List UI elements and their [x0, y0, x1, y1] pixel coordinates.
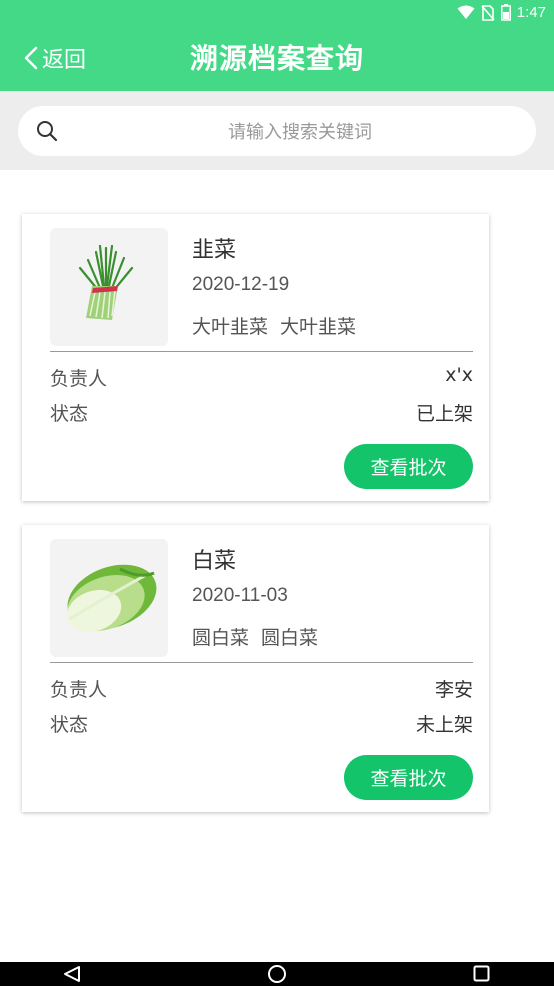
divider	[50, 351, 473, 352]
divider	[50, 662, 473, 663]
search-icon[interactable]	[36, 120, 58, 142]
nav-recents-icon[interactable]	[473, 965, 490, 982]
product-tag: 圆白菜	[261, 627, 319, 649]
product-tags: 圆白菜 圆白菜	[192, 623, 318, 650]
owner-label: 负责人	[50, 368, 108, 390]
owner-value: 李安	[434, 679, 473, 701]
product-tag: 大叶韭菜	[280, 316, 357, 338]
battery-icon	[500, 4, 511, 21]
search-area	[0, 91, 554, 170]
product-tag: 大叶韭菜	[192, 316, 269, 338]
owner-label: 负责人	[50, 679, 108, 701]
no-sim-icon	[481, 4, 495, 21]
status-value: 未上架	[415, 714, 473, 736]
product-image-cabbage	[50, 539, 168, 657]
product-name: 白菜	[192, 549, 237, 574]
search-box[interactable]	[18, 106, 536, 158]
product-card[interactable]: 韭菜 2020-12-19 大叶韭菜 大叶韭菜 负责人 x'x 状态 已上架 查看…	[22, 214, 489, 501]
nav-home-icon[interactable]	[267, 964, 287, 984]
product-name: 韭菜	[192, 238, 237, 263]
status-bar: 1:47	[0, 0, 554, 28]
status-label: 状态	[50, 714, 89, 736]
system-nav-bar	[0, 962, 554, 986]
product-tag: 圆白菜	[192, 627, 250, 649]
product-image-chives	[50, 228, 168, 346]
view-batch-button[interactable]: 查看批次	[344, 444, 473, 489]
wifi-icon	[457, 5, 475, 19]
product-card[interactable]: 白菜 2020-11-03 圆白菜 圆白菜 负责人 李安 状态 未上架 查看批次	[22, 525, 489, 812]
status-value: 已上架	[415, 403, 473, 425]
app-header: 返回 溯源档案查询	[0, 28, 554, 91]
product-date: 2020-12-19	[192, 274, 290, 295]
product-tags: 大叶韭菜 大叶韭菜	[192, 312, 356, 339]
status-time: 1:47	[516, 4, 546, 21]
search-input[interactable]	[78, 106, 522, 158]
status-label: 状态	[50, 403, 89, 425]
view-batch-button[interactable]: 查看批次	[344, 755, 473, 800]
status-icons: 1:47	[457, 4, 546, 21]
owner-value: x'x	[445, 364, 473, 386]
page-title: 溯源档案查询	[189, 42, 364, 75]
nav-back-icon[interactable]	[63, 965, 81, 983]
product-date: 2020-11-03	[192, 585, 288, 606]
